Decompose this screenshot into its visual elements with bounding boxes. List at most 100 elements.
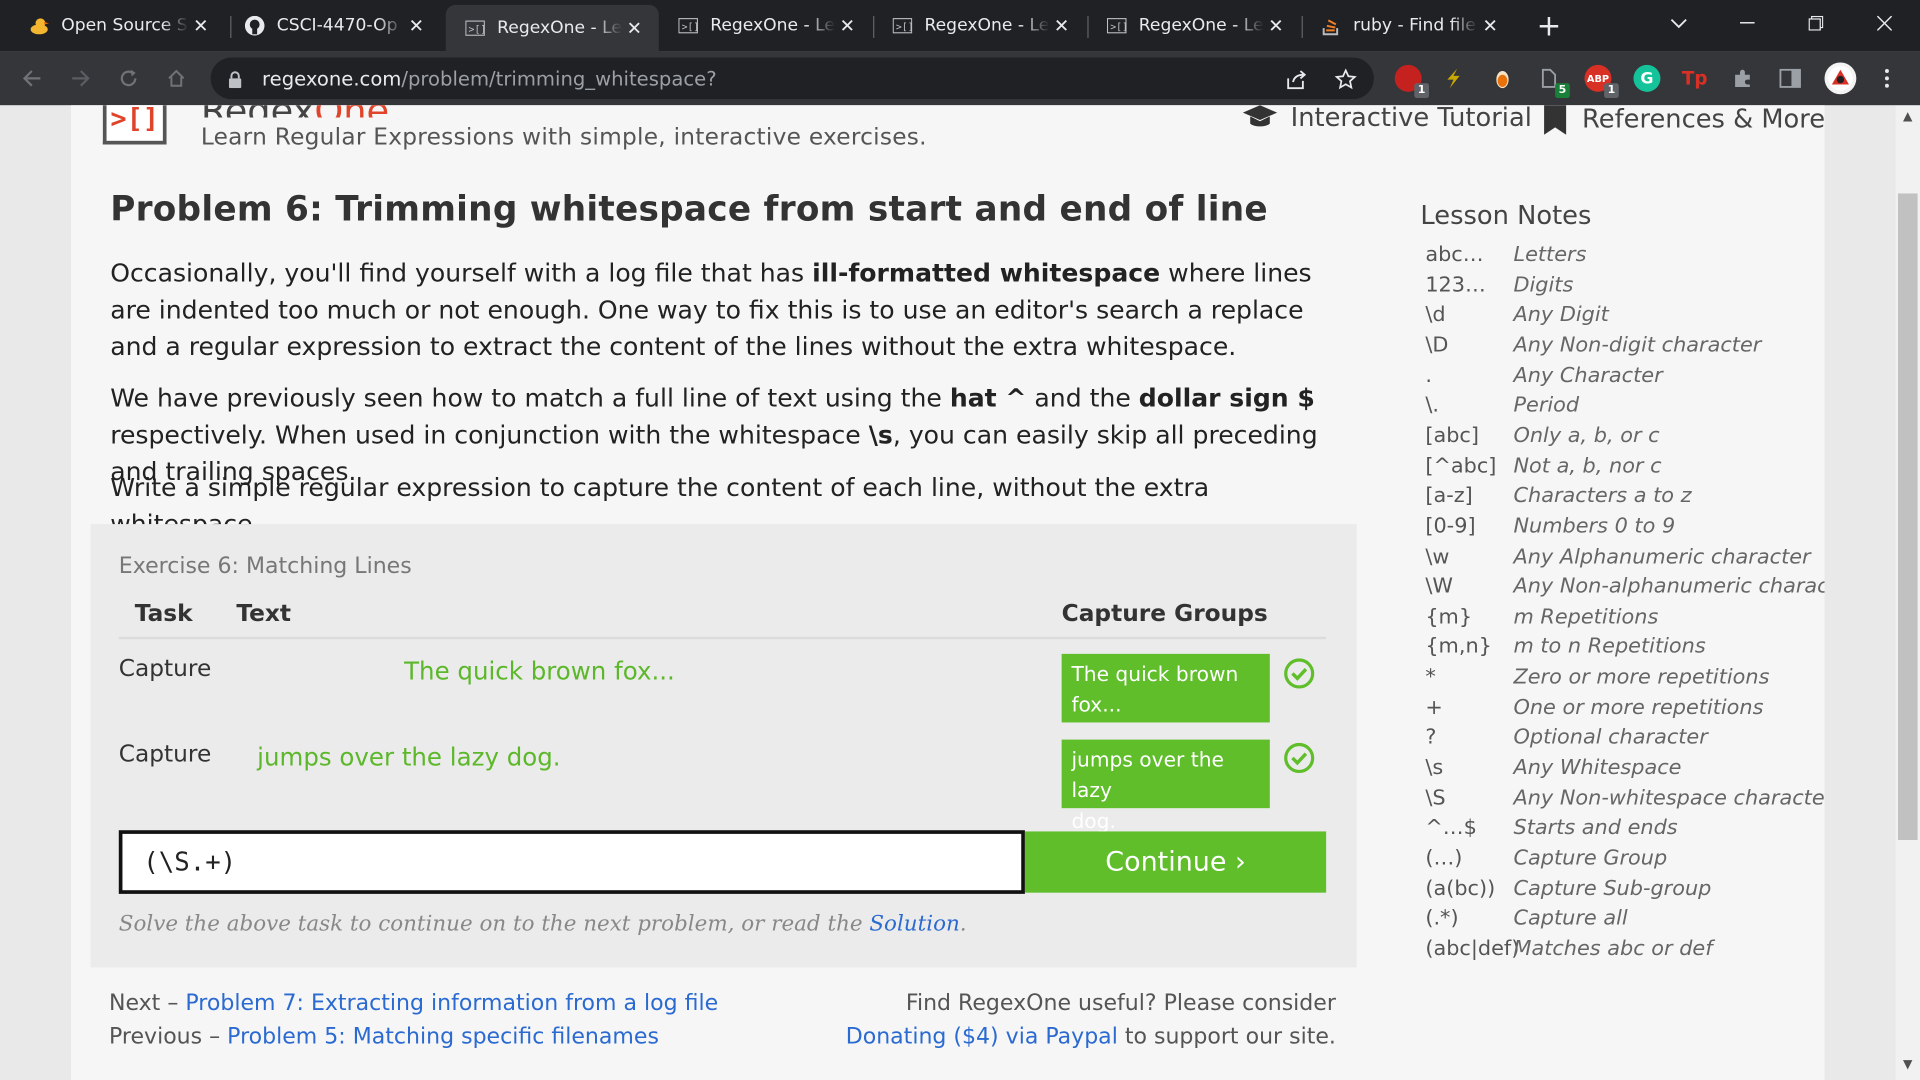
svg-text:>[]: >[]	[1110, 22, 1126, 33]
close-tab-icon[interactable]: ✕	[622, 17, 646, 39]
note-description: Zero or more repetitions	[1513, 665, 1770, 690]
note-pattern: {m,n}	[1425, 634, 1492, 660]
orange-dot-icon[interactable]	[1489, 65, 1516, 92]
bookmark-star-icon[interactable]	[1333, 67, 1357, 91]
nav-references[interactable]: References & More	[1543, 105, 1825, 135]
reload-icon[interactable]	[111, 61, 145, 95]
note-description: Capture all	[1513, 906, 1628, 931]
capture-line-1: jumps over the lazy	[1071, 748, 1224, 803]
address-bar[interactable]: regexone.com/problem/trimming_whitespace…	[210, 57, 1374, 100]
note-description: Any Digit	[1513, 302, 1609, 328]
url-text: regexone.com/problem/trimming_whitespace…	[262, 67, 717, 90]
donate-after-text: to support our site.	[1117, 1023, 1336, 1050]
dark-reader-badge: 5	[1555, 83, 1570, 98]
browser-toolbar: regexone.com/problem/trimming_whitespace…	[0, 51, 1920, 106]
scrollbar-thumb[interactable]	[1897, 193, 1918, 841]
regexone-logo-icon[interactable]: >[]	[102, 105, 167, 145]
restore-button[interactable]	[1788, 0, 1844, 47]
p2-bold-whitespace: \s	[868, 420, 893, 450]
ublock-badge: 1	[1414, 83, 1429, 98]
lock-icon[interactable]	[228, 70, 243, 93]
close-tab-icon[interactable]: ✕	[1478, 15, 1502, 37]
success-check-icon	[1283, 742, 1315, 774]
browser-tab[interactable]: ruby - Find file ✕	[1302, 0, 1515, 51]
tab-search-icon[interactable]	[1651, 0, 1707, 47]
tab-title: ruby - Find file	[1353, 15, 1478, 36]
nav-tutorial-label: Interactive Tutorial	[1290, 105, 1532, 133]
match-text: jumps over the lazy dog.	[257, 742, 561, 772]
previous-problem-link[interactable]: Problem 5: Matching specific filenames	[227, 1024, 659, 1050]
note-pattern: (a(bc))	[1425, 876, 1496, 901]
hint-text-end: .	[959, 912, 967, 937]
svg-text:>[]: >[]	[896, 22, 912, 33]
browser-tab[interactable]: CSCI-4470-Op ✕	[225, 0, 441, 51]
note-description: Capture Sub-group	[1513, 876, 1712, 901]
continue-button[interactable]: Continue ›	[1024, 831, 1327, 893]
site-logo-text[interactable]: RegexOne	[201, 105, 389, 117]
close-tab-icon[interactable]: ✕	[189, 15, 213, 37]
task-label: Capture	[118, 655, 212, 683]
note-description: Digits	[1513, 272, 1574, 298]
share-icon[interactable]	[1285, 67, 1309, 91]
browser-tab[interactable]: >[] RegexOne - Le ✕	[873, 0, 1086, 51]
grammarly-icon[interactable]: G	[1633, 64, 1661, 92]
page-content: >[] RegexOne Learn Regular Expressions w…	[71, 105, 1825, 1080]
problem-paragraph-1: Occasionally, you'll find yourself with …	[110, 255, 1347, 365]
note-pattern: 123…	[1425, 272, 1486, 298]
note-description: Any Non-whitespace character	[1513, 785, 1825, 811]
browser-tab-active[interactable]: >[] RegexOne - Le ✕	[445, 4, 659, 52]
close-tab-icon[interactable]: ✕	[1049, 15, 1073, 37]
note-description: Period	[1513, 393, 1580, 418]
adblock-plus-badge: 1	[1604, 83, 1619, 98]
back-arrow-icon[interactable]	[15, 61, 49, 95]
close-tab-icon[interactable]: ✕	[1264, 15, 1288, 37]
solution-link[interactable]: Solution	[869, 912, 959, 936]
note-description: Optional character	[1513, 725, 1708, 750]
note-description: Any Whitespace	[1513, 755, 1682, 781]
nav-interactive-tutorial[interactable]: Interactive Tutorial	[1242, 105, 1532, 132]
browser-tab[interactable]: >[] RegexOne - Le ✕	[1087, 0, 1300, 51]
regex-input[interactable]	[118, 830, 1025, 894]
donate-line: Donating ($4) via Paypal to support our …	[846, 1024, 1336, 1050]
browser-tab[interactable]: Open Source S ✕	[10, 0, 226, 51]
ublock-icon[interactable]: 1	[1394, 64, 1429, 98]
minimize-button[interactable]	[1719, 0, 1775, 47]
donate-prompt: Find RegexOne useful? Please consider	[905, 990, 1336, 1017]
note-description: Starts and ends	[1513, 815, 1678, 841]
p2-bold-dollar: dollar sign $	[1138, 383, 1315, 413]
sidebar-icon[interactable]	[1777, 65, 1804, 92]
close-tab-icon[interactable]: ✕	[404, 15, 428, 37]
home-icon[interactable]	[159, 61, 193, 95]
regexone-icon: >[]	[465, 18, 485, 38]
tp-icon[interactable]: Tp	[1681, 65, 1708, 92]
github-icon	[244, 15, 265, 36]
next-problem-link[interactable]: Problem 7: Extracting information from a…	[185, 991, 718, 1017]
close-window-button[interactable]	[1856, 0, 1912, 47]
forward-arrow-icon[interactable]	[64, 61, 98, 95]
p1-text-before: Occasionally, you'll find yourself with …	[110, 258, 813, 288]
close-tab-icon[interactable]: ✕	[835, 15, 859, 37]
menu-kebab-icon[interactable]	[1873, 65, 1900, 92]
p1-bold-text: ill-formatted whitespace	[812, 258, 1161, 288]
scroll-down-arrow-icon[interactable]: ▼	[1899, 1058, 1916, 1071]
note-description: Matches abc or def	[1513, 936, 1713, 962]
note-pattern: *	[1425, 665, 1436, 690]
scroll-up-arrow-icon[interactable]: ▲	[1899, 110, 1916, 123]
dark-reader-icon[interactable]: 5	[1536, 65, 1570, 98]
capture-group-box: jumps over the lazy dog.	[1061, 739, 1270, 833]
p2-text-d: respectively. When used in conjunction w…	[110, 420, 869, 450]
tab-title: RegexOne - Le	[1138, 15, 1264, 36]
note-pattern: +	[1425, 695, 1443, 720]
graduation-cap-icon	[1242, 105, 1279, 132]
donate-link[interactable]: Donating ($4) via Paypal	[846, 1024, 1118, 1050]
bookmark-icon	[1543, 105, 1567, 135]
avatar[interactable]	[1824, 62, 1857, 95]
browser-tab[interactable]: >[] RegexOne - Le ✕	[659, 0, 872, 51]
bolt-icon[interactable]	[1440, 65, 1467, 92]
svg-text:>[]: >[]	[682, 22, 698, 33]
new-tab-button[interactable]: +	[1533, 11, 1565, 43]
header-divider	[118, 636, 1327, 640]
puzzle-icon[interactable]	[1729, 65, 1756, 92]
adblock-plus-icon[interactable]: ABP 1	[1584, 64, 1619, 98]
note-description: Any Alphanumeric character	[1513, 544, 1811, 569]
